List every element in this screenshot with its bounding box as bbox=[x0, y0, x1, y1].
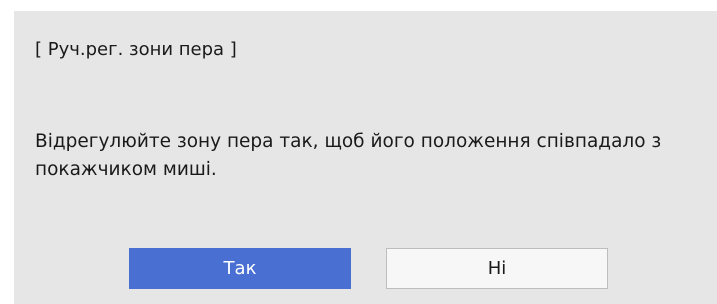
dialog-title: [ Руч.рег. зони пера ] bbox=[35, 39, 237, 60]
yes-button[interactable]: Так bbox=[129, 248, 351, 289]
pen-area-dialog: [ Руч.рег. зони пера ] Відрегулюйте зону… bbox=[14, 11, 717, 304]
dialog-message: Відрегулюйте зону пера так, щоб його пол… bbox=[35, 131, 662, 180]
no-button[interactable]: Ні bbox=[386, 248, 608, 289]
